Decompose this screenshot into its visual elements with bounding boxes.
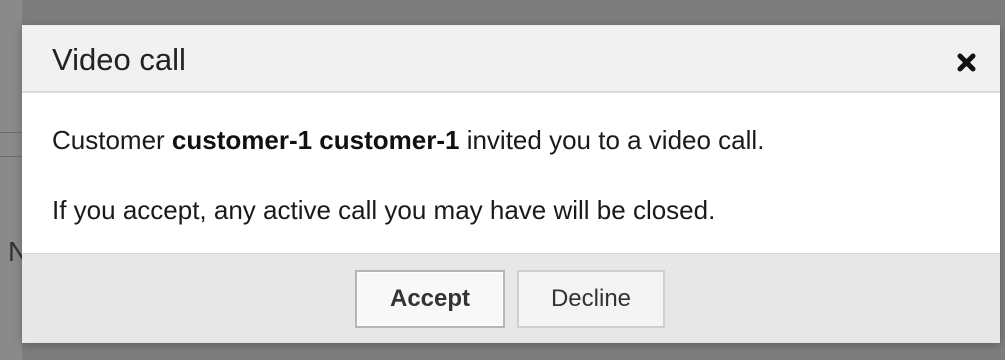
dialog-title: Video call	[52, 42, 186, 77]
warning-message: If you accept, any active call you may h…	[52, 195, 716, 225]
video-call-dialog: Video call Customer customer-1 customer-…	[22, 25, 1000, 343]
background-divider	[0, 156, 22, 157]
dialog-header: Video call	[22, 25, 1000, 93]
invitation-suffix: invited you to a video call.	[459, 125, 765, 155]
dialog-body: Customer customer-1 customer-1 invited y…	[22, 93, 1000, 253]
dialog-footer: Accept Decline	[22, 253, 1000, 343]
caller-name: customer-1 customer-1	[171, 125, 460, 155]
accept-button[interactable]: Accept	[355, 270, 505, 328]
background-page-edge	[0, 0, 22, 360]
background-divider	[0, 132, 22, 133]
close-icon	[957, 53, 976, 72]
invitation-message: Customer customer-1 customer-1 invited y…	[52, 125, 764, 155]
invitation-prefix: Customer	[52, 125, 172, 155]
close-button[interactable]	[948, 43, 984, 79]
decline-button[interactable]: Decline	[517, 270, 665, 328]
